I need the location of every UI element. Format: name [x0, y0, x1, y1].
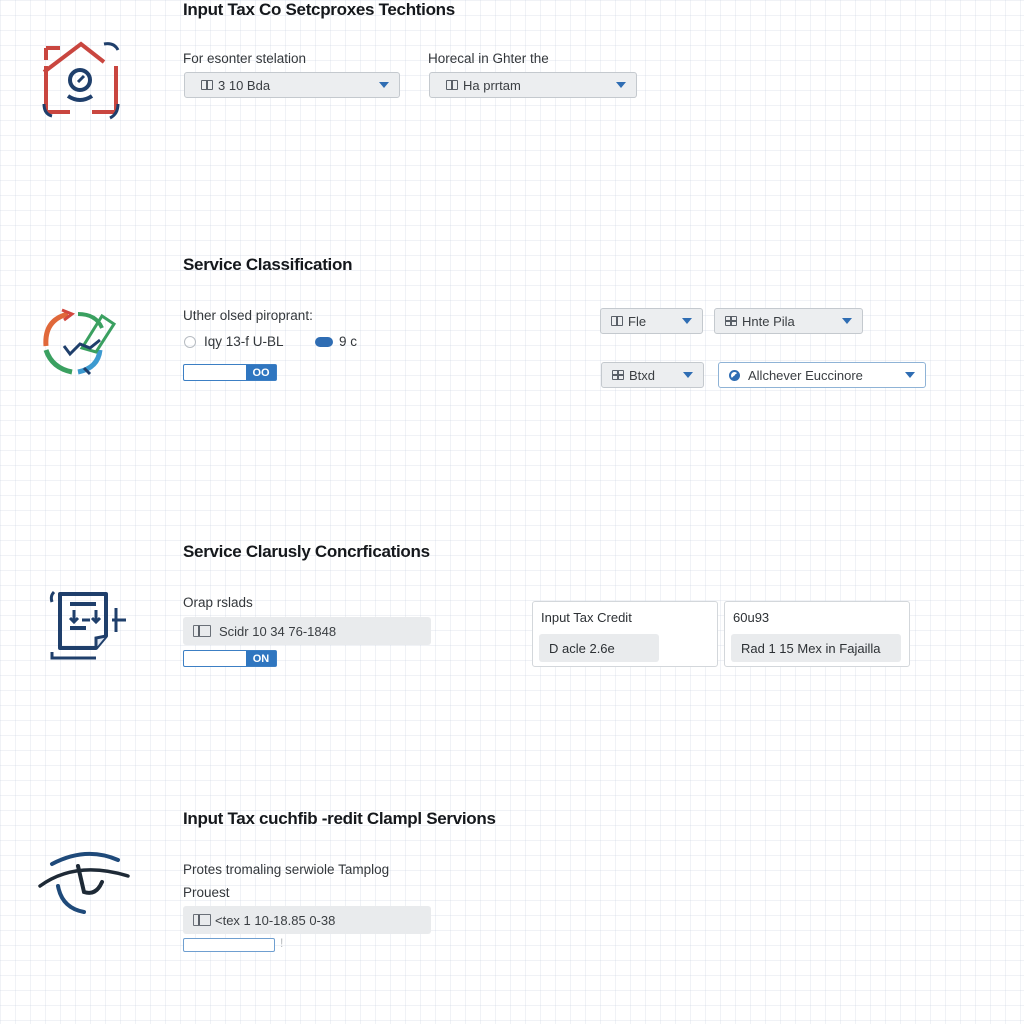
- field-a-value: 3 10 Bda: [218, 77, 271, 93]
- field-b-value: Ha prrtam: [463, 77, 521, 93]
- section2-title: Service Classification: [183, 255, 353, 274]
- refresh-checklist-icon: [38, 306, 118, 376]
- code-card: 60u93 Rad 1 15 Mex in Fajailla: [724, 601, 910, 667]
- section3-input-value: Scidr 10 34 76-1848: [219, 623, 337, 639]
- card-value: D acle 2.6e: [539, 634, 659, 662]
- house-clock-icon: [40, 38, 122, 120]
- chevron-down-icon: [683, 372, 693, 378]
- field-a-label: For esonter stelation: [183, 51, 307, 66]
- toggle-suffix: !: [280, 936, 284, 950]
- grid-icon: [612, 370, 624, 380]
- dropdown-allchever-value: Allchever Euccinore: [748, 367, 863, 383]
- eye-icon: [36, 848, 132, 918]
- section4-title: Input Tax cuchfib -redit Clampl Servions: [183, 809, 496, 828]
- dropdown-btxd[interactable]: Btxd: [601, 362, 704, 388]
- grid-icon: [201, 80, 213, 90]
- grid-icon: [725, 316, 737, 326]
- dropdown-btxd-value: Btxd: [629, 367, 656, 383]
- dropdown-pila-value: Hnte Pila: [742, 313, 795, 329]
- section2-toggle[interactable]: OO: [183, 364, 277, 381]
- field-a-dropdown[interactable]: 3 10 Bda: [184, 72, 400, 98]
- section4-input[interactable]: <tex 1 10-18.85 0-38: [183, 906, 431, 934]
- grid-icon: [193, 914, 211, 926]
- dropdown-file[interactable]: Fle: [600, 308, 703, 334]
- card-value: Rad 1 15 Mex in Fajailla: [731, 634, 901, 662]
- chevron-down-icon: [616, 82, 626, 88]
- dropdown-allchever[interactable]: Allchever Euccinore: [718, 362, 926, 388]
- dropdown-file-value: Fle: [628, 313, 647, 329]
- section3-title: Service Clarusly Concrfications: [183, 542, 430, 561]
- chevron-down-icon: [682, 318, 692, 324]
- dropdown-pila[interactable]: Hnte Pila: [714, 308, 863, 334]
- section4-label-1: Protes tromaling serwiole Tamplog: [183, 862, 390, 877]
- chevron-down-icon: [905, 372, 915, 378]
- radio-option-label: Iqy 13-f U-BL: [204, 334, 284, 349]
- card-title: Input Tax Credit: [541, 610, 632, 625]
- grid-icon: [193, 625, 211, 637]
- field-b-dropdown[interactable]: Ha prrtam: [429, 72, 637, 98]
- chevron-down-icon: [379, 82, 389, 88]
- field-b-label: Horecal in Ghter the: [428, 51, 549, 66]
- pill-option-label: 9 c: [339, 334, 358, 349]
- input-tax-credit-card: Input Tax Credit D acle 2.6e: [532, 601, 718, 667]
- section4-input-value: <tex 1 10-18.85 0-38: [215, 912, 336, 928]
- grid-icon: [611, 316, 623, 326]
- section1-title: Input Tax Co Setcproxes Techtions: [183, 0, 455, 19]
- document-sort-icon: [46, 588, 130, 662]
- section4-toggle[interactable]: [183, 938, 275, 952]
- section3-label: Orap rslads: [183, 595, 253, 610]
- section2-label: Uther olsed piroprant:: [183, 308, 313, 323]
- radio-button[interactable]: [184, 336, 196, 349]
- section3-toggle[interactable]: ON: [183, 650, 277, 667]
- chevron-down-icon: [842, 318, 852, 324]
- section4-label-2: Prouest: [183, 885, 230, 900]
- toggle-state: ON: [246, 651, 276, 666]
- clock-icon: [729, 369, 740, 381]
- toggle-state: OO: [246, 365, 276, 380]
- pill-toggle[interactable]: [315, 337, 333, 348]
- section3-input[interactable]: Scidr 10 34 76-1848: [183, 617, 431, 645]
- radio-option[interactable]: Iqy 13-f U-BL: [184, 334, 284, 349]
- card-title: 60u93: [733, 610, 770, 625]
- grid-icon: [446, 80, 458, 90]
- pill-option[interactable]: 9 c: [315, 334, 357, 349]
